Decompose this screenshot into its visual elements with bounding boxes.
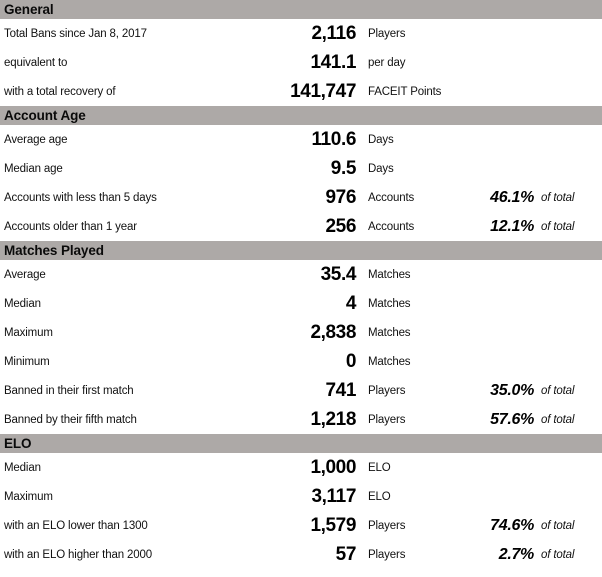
section-header: ELO: [0, 434, 602, 453]
stat-percent: 46.1%: [490, 188, 534, 206]
stat-row: Accounts older than 1 year 256 Accounts 12.…: [0, 212, 602, 241]
stat-label: Banned by their fifth match: [4, 413, 137, 426]
statistics-report: General Total Bans since Jan 8, 2017 2,116…: [0, 0, 602, 577]
stat-unit: Matches: [368, 297, 411, 310]
stat-row: Minimum 0 Matches: [0, 347, 602, 376]
stat-value: 0: [345, 351, 357, 372]
stat-unit: Players: [368, 384, 406, 397]
stat-value: 3,117: [311, 486, 357, 507]
section-header: General: [0, 0, 602, 19]
stat-label: Maximum: [4, 326, 53, 339]
stat-label: with an ELO lower than 1300: [4, 519, 148, 532]
section: ELO Median 1,000 ELO Maximum 3,117 ELO with an …: [0, 434, 602, 569]
stat-percent-label: of total: [541, 548, 575, 561]
stat-value: 9.5: [330, 158, 357, 179]
stat-label: Accounts with less than 5 days: [4, 191, 157, 204]
section-header: Account Age: [0, 106, 602, 125]
stat-unit: Players: [368, 519, 406, 532]
stat-row: Banned in their first match 741 Players 35.…: [0, 376, 602, 405]
stat-unit: Players: [368, 27, 406, 40]
stat-value: 141.1: [310, 52, 356, 73]
stat-label: Banned in their first match: [4, 384, 134, 397]
stat-label: equivalent to: [4, 56, 68, 69]
stat-unit: per day: [368, 56, 406, 69]
stat-percent-label: of total: [541, 384, 575, 397]
stat-unit: Matches: [368, 326, 411, 339]
stat-unit: Days: [368, 162, 394, 175]
stat-row: with a total recovery of 141,747 FACEIT Po…: [0, 77, 602, 106]
stat-row: Accounts with less than 5 days 976 Account…: [0, 183, 602, 212]
section-rows: Average age 110.6 Days Median age 9.5 Days Acc…: [0, 125, 602, 241]
stat-value: 2,116: [311, 23, 357, 44]
stat-percent: 57.6%: [490, 410, 534, 428]
stat-row: Median age 9.5 Days: [0, 154, 602, 183]
stat-row: Median 4 Matches: [0, 289, 602, 318]
stat-value: 110.6: [311, 129, 357, 150]
stat-unit: Players: [368, 413, 406, 426]
stat-row: equivalent to 141.1 per day: [0, 48, 602, 77]
stat-label: Median: [4, 297, 41, 310]
stat-value: 141,747: [290, 81, 356, 102]
stat-row: Average age 110.6 Days: [0, 125, 602, 154]
stat-label: Average: [4, 268, 46, 281]
stat-row: with an ELO higher than 2000 57 Players 2.7…: [0, 540, 602, 569]
stat-unit: Accounts: [368, 191, 415, 204]
stat-percent: 35.0%: [490, 381, 534, 399]
stat-value: 1,000: [310, 457, 356, 478]
section-header: Matches Played: [0, 241, 602, 260]
stat-row: Average 35.4 Matches: [0, 260, 602, 289]
stat-label: with a total recovery of: [4, 85, 116, 98]
section: Account Age Average age 110.6 Days Median ag…: [0, 106, 602, 241]
stat-percent: 2.7%: [498, 545, 535, 563]
stat-percent-label: of total: [541, 413, 575, 426]
stat-value: 741: [325, 380, 356, 401]
stat-row: Maximum 2,838 Matches: [0, 318, 602, 347]
stat-row: Median 1,000 ELO: [0, 453, 602, 482]
stat-percent-label: of total: [541, 220, 575, 233]
stat-label: Average age: [4, 133, 68, 146]
stat-row: Total Bans since Jan 8, 2017 2,116 Players: [0, 19, 602, 48]
section-rows: Total Bans since Jan 8, 2017 2,116 Players…: [0, 19, 602, 106]
stat-unit: ELO: [368, 461, 391, 474]
stat-percent: 74.6%: [490, 516, 534, 534]
stat-value: 1,218: [310, 409, 356, 430]
stat-value: 976: [325, 187, 356, 208]
section-rows: Average 35.4 Matches Median 4 Matches Maximum 2…: [0, 260, 602, 434]
stat-label: with an ELO higher than 2000: [4, 548, 152, 561]
section: Matches Played Average 35.4 Matches Median 4 M…: [0, 241, 602, 434]
stat-label: Accounts older than 1 year: [4, 220, 137, 233]
stat-unit: Days: [368, 133, 394, 146]
stat-value: 35.4: [320, 264, 357, 285]
stat-label: Median: [4, 461, 41, 474]
stat-value: 4: [345, 293, 357, 314]
section: General Total Bans since Jan 8, 2017 2,116…: [0, 0, 602, 106]
stat-percent-label: of total: [541, 519, 575, 532]
stat-label: Total Bans since Jan 8, 2017: [4, 27, 147, 40]
section-rows: Median 1,000 ELO Maximum 3,117 ELO with an ELO…: [0, 453, 602, 569]
stat-unit: ELO: [368, 490, 391, 503]
stat-row: with an ELO lower than 1300 1,579 Players 7…: [0, 511, 602, 540]
stat-label: Minimum: [4, 355, 50, 368]
stat-unit: Players: [368, 548, 406, 561]
stat-row: Banned by their fifth match 1,218 Players 5…: [0, 405, 602, 434]
stat-value: 256: [325, 216, 356, 237]
stat-value: 57: [335, 544, 357, 565]
stat-row: Maximum 3,117 ELO: [0, 482, 602, 511]
stat-unit: Matches: [368, 355, 411, 368]
stat-value: 1,579: [310, 515, 356, 536]
stat-percent: 12.1%: [490, 217, 534, 235]
stat-unit: Matches: [368, 268, 411, 281]
stat-unit: FACEIT Points: [368, 85, 442, 98]
stat-label: Median age: [4, 162, 63, 175]
stat-label: Maximum: [4, 490, 53, 503]
stat-unit: Accounts: [368, 220, 415, 233]
stat-percent-label: of total: [541, 191, 575, 204]
stat-value: 2,838: [310, 322, 356, 343]
